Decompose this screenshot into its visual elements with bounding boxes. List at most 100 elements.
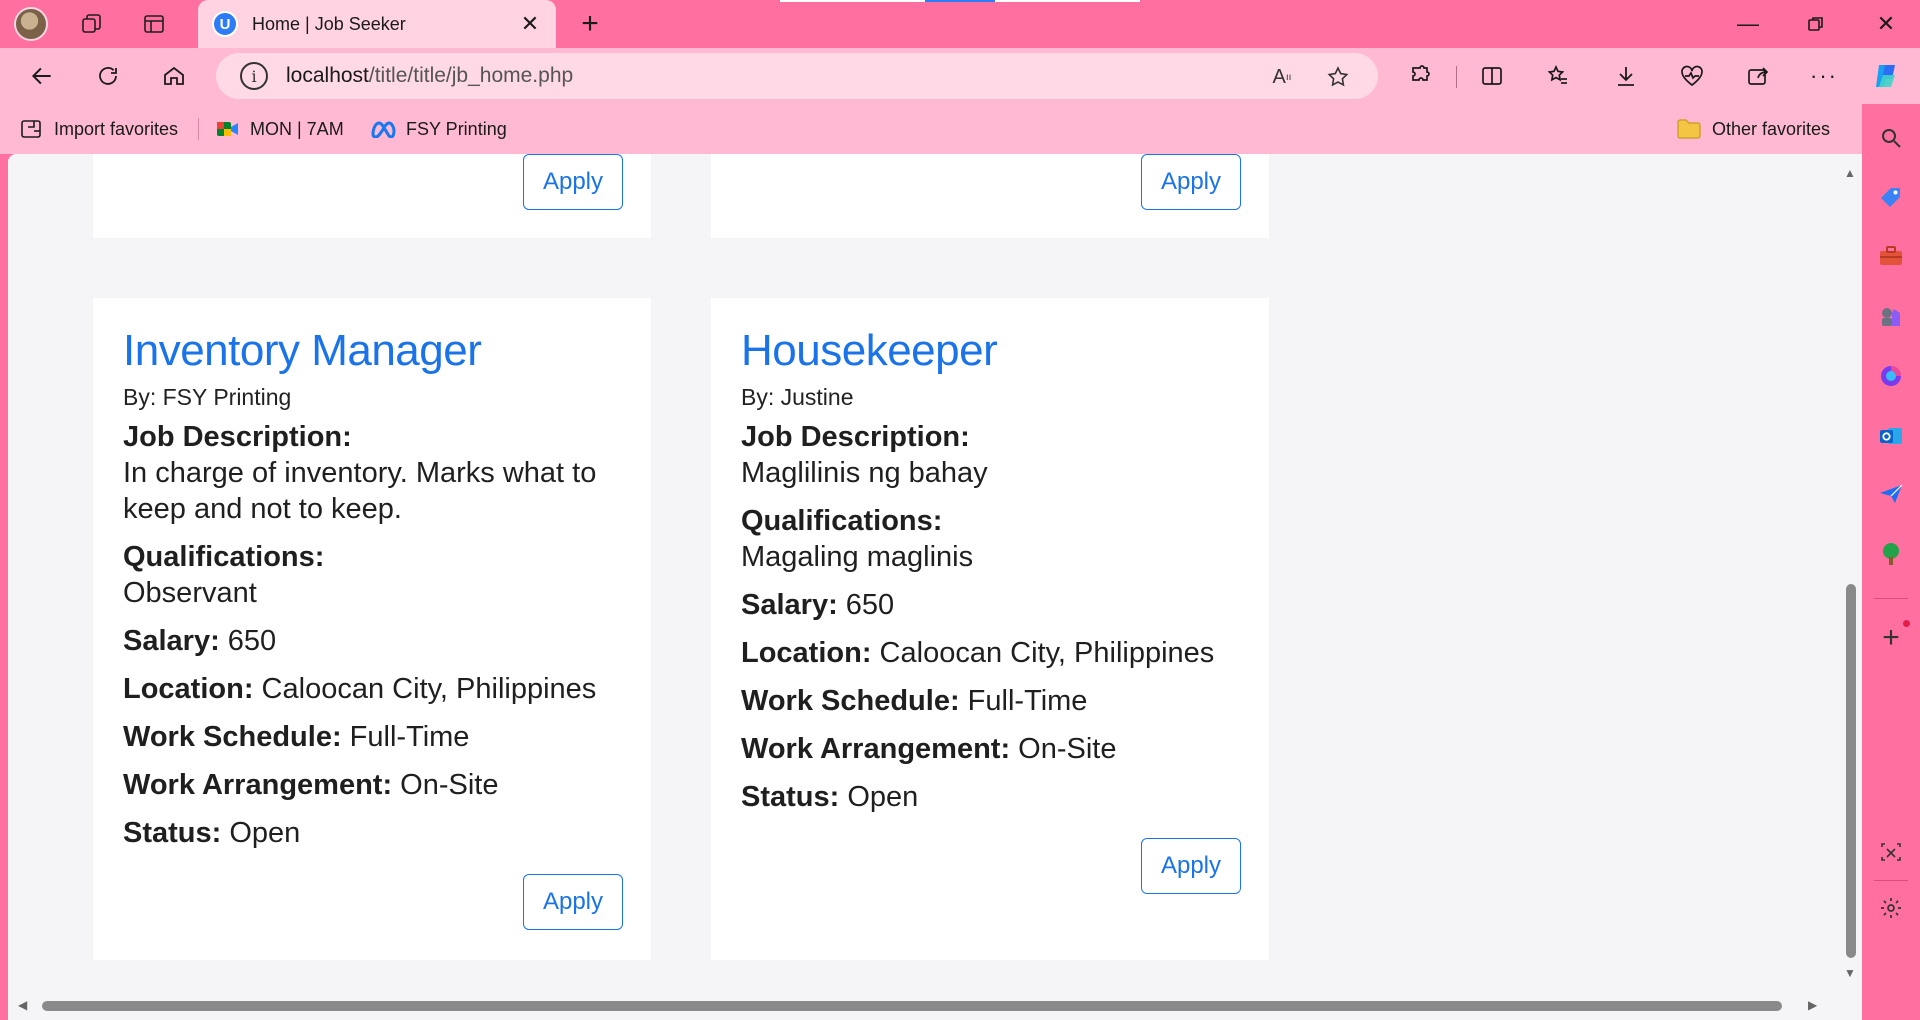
search-icon[interactable] [1877, 124, 1905, 152]
apply-button[interactable]: Apply [1141, 838, 1241, 894]
favorite-star-icon[interactable] [1322, 61, 1354, 93]
tree-icon[interactable] [1877, 540, 1905, 568]
work-schedule-value: Full-Time [959, 685, 1088, 717]
salary-row: Salary: 650 [123, 623, 621, 659]
add-sidebar-app-icon[interactable]: + [1877, 621, 1905, 654]
close-tab-icon[interactable]: ✕ [518, 11, 542, 37]
job-description-label: Job Description: [123, 421, 352, 453]
meta-icon [370, 120, 396, 138]
status-row: Status: Open [123, 815, 621, 851]
outlook-icon[interactable] [1877, 422, 1905, 450]
profile-avatar[interactable] [14, 7, 48, 41]
favorite-import[interactable]: Import favorites [20, 116, 178, 142]
status-row: Status: Open [741, 779, 1239, 815]
settings-gear-icon[interactable] [1877, 894, 1905, 922]
salary-label: Salary: [741, 589, 838, 621]
work-arrangement-row: Work Arrangement: On-Site [123, 767, 621, 803]
favorite-label: Other favorites [1712, 118, 1831, 139]
job-description-section: Job Description: Maglilinis ng bahay [741, 419, 1239, 491]
favorite-mon-7am[interactable]: MON | 7AM [216, 116, 344, 142]
extensions-icon[interactable] [1400, 58, 1440, 94]
sidebar-divider [1874, 598, 1908, 599]
navigation-bar: i localhost/title/title/jb_home.php Aıı … [0, 48, 1920, 104]
vertical-scrollbar[interactable]: ▲ ▼ [1838, 154, 1862, 1020]
job-description-text: Maglilinis ng bahay [741, 457, 988, 489]
job-description-text: In charge of inventory. Marks what to ke… [123, 457, 597, 525]
workspaces-icon[interactable] [74, 6, 110, 42]
page-viewport: Apply Apply Inventory Manager By: FSY Pr… [8, 154, 1862, 1020]
salary-label: Salary: [123, 625, 220, 657]
more-menu-icon[interactable]: ··· [1804, 58, 1844, 94]
address-bar[interactable]: i localhost/title/title/jb_home.php Aıı [216, 53, 1378, 99]
location-row: Location: Caloocan City, Philippines [741, 635, 1239, 671]
qualifications-text: Magaling maglinis [741, 541, 974, 573]
salary-value: 650 [219, 625, 277, 657]
vertical-scroll-thumb[interactable] [1846, 584, 1856, 958]
apply-button[interactable]: Apply [1141, 154, 1241, 210]
url-path: /title/title/jb_home.php [368, 64, 574, 87]
location-value: Caloocan City, Philippines [253, 673, 597, 705]
games-icon[interactable] [1877, 302, 1905, 330]
status-value: Open [839, 781, 919, 813]
location-row: Location: Caloocan City, Philippines [123, 671, 621, 707]
work-arrangement-value: On-Site [1010, 733, 1117, 765]
url-text[interactable]: localhost/title/title/jb_home.php [286, 64, 573, 88]
toolbar-divider [1456, 66, 1457, 88]
qualifications-section: Qualifications: Magaling maglinis [741, 503, 1239, 575]
horizontal-scrollbar[interactable]: ◀ ▶ [8, 990, 1838, 1020]
favorite-label: FSY Printing [406, 118, 507, 139]
scroll-right-icon[interactable]: ▶ [1808, 998, 1817, 1012]
favorites-icon[interactable] [1538, 58, 1578, 94]
shopping-tag-icon[interactable] [1877, 184, 1905, 212]
apply-button[interactable]: Apply [523, 154, 623, 210]
edge-sidebar: + [1862, 104, 1920, 1020]
tab-actions-icon[interactable] [136, 6, 172, 42]
apply-button[interactable]: Apply [523, 874, 623, 930]
horizontal-scroll-thumb[interactable] [42, 1001, 1782, 1011]
screenshot-icon[interactable] [1877, 838, 1905, 866]
job-poster: By: Justine [741, 384, 854, 410]
scroll-left-icon[interactable]: ◀ [18, 998, 27, 1012]
refresh-icon[interactable] [88, 58, 128, 94]
folder-icon [1676, 118, 1702, 140]
scroll-down-icon[interactable]: ▼ [1844, 966, 1856, 980]
title-bar: U Home | Job Seeker ✕ + — ✕ [0, 0, 1920, 48]
tab-title: Home | Job Seeker [252, 13, 406, 34]
read-aloud-icon[interactable]: Aıı [1266, 61, 1298, 93]
send-icon[interactable] [1877, 480, 1905, 508]
browser-essentials-icon[interactable] [1672, 58, 1712, 94]
home-icon[interactable] [154, 58, 194, 94]
work-schedule-row: Work Schedule: Full-Time [123, 719, 621, 755]
share-icon[interactable] [1738, 58, 1778, 94]
favorite-fsy-printing[interactable]: FSY Printing [370, 116, 507, 142]
status-label: Status: [741, 781, 840, 813]
back-icon[interactable] [22, 58, 62, 94]
favorite-label: MON | 7AM [250, 118, 344, 139]
location-label: Location: [123, 673, 254, 705]
work-arrangement-value: On-Site [392, 769, 499, 801]
site-info-icon[interactable]: i [240, 62, 268, 90]
import-favorites-icon [20, 118, 44, 140]
job-description-label: Job Description: [741, 421, 970, 453]
scroll-up-icon[interactable]: ▲ [1844, 166, 1856, 180]
job-title[interactable]: Housekeeper [741, 326, 1239, 376]
qualifications-section: Qualifications: Observant [123, 539, 621, 611]
salary-value: 650 [837, 589, 895, 621]
close-window-icon[interactable]: ✕ [1852, 0, 1920, 48]
restore-icon[interactable] [1782, 0, 1850, 48]
qualifications-label: Qualifications: [123, 541, 325, 573]
work-schedule-row: Work Schedule: Full-Time [741, 683, 1239, 719]
tools-icon[interactable] [1877, 242, 1905, 270]
favorite-other[interactable]: Other favorites [1676, 116, 1830, 142]
microsoft-365-icon[interactable] [1877, 362, 1905, 390]
tab-home-job-seeker[interactable]: U Home | Job Seeker ✕ [198, 0, 556, 48]
job-card: Inventory Manager By: FSY Printing Job D… [93, 298, 651, 960]
location-label: Location: [741, 637, 872, 669]
downloads-icon[interactable] [1606, 58, 1646, 94]
new-tab-button[interactable]: + [572, 6, 608, 42]
minimize-icon[interactable]: — [1714, 0, 1782, 48]
work-arrangement-row: Work Arrangement: On-Site [741, 731, 1239, 767]
job-title[interactable]: Inventory Manager [123, 326, 621, 376]
split-screen-icon[interactable] [1472, 58, 1512, 94]
copilot-icon[interactable] [1866, 58, 1906, 94]
